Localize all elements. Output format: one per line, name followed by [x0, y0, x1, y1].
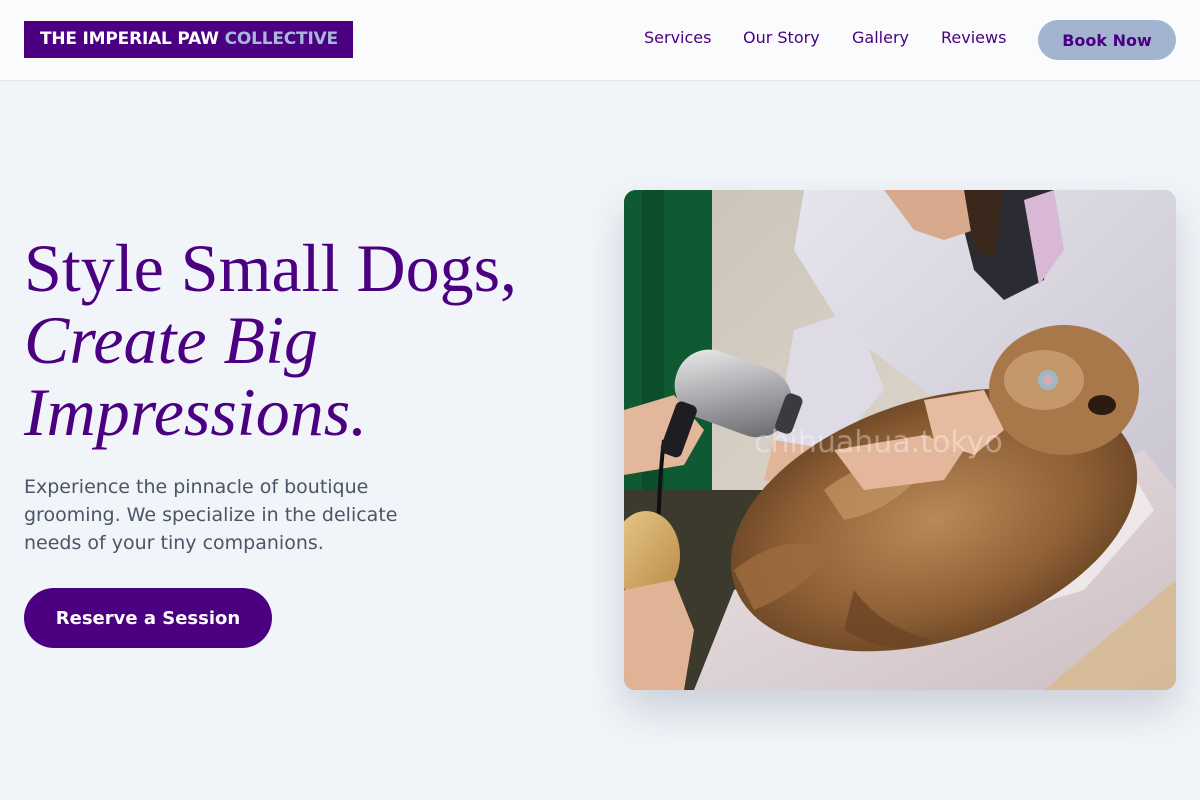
- hero-headline-line-1: Style Small Dogs,: [24, 230, 518, 306]
- site-header: THE IMPERIAL PAW COLLECTIVE Services Our…: [0, 0, 1200, 81]
- hero-headline: Style Small Dogs, Create Big Impressions…: [24, 232, 604, 448]
- nav-link-gallery[interactable]: Gallery: [852, 28, 909, 48]
- hero-photo: chihuahua.tokyo: [624, 190, 1176, 690]
- nav-link-our-story[interactable]: Our Story: [743, 28, 820, 48]
- nav-link-reviews[interactable]: Reviews: [941, 28, 1006, 48]
- reserve-session-button[interactable]: Reserve a Session: [24, 588, 272, 648]
- main-nav: Services Our Story Gallery Reviews: [0, 0, 1200, 80]
- groomer-drying-dog-photo-icon: chihuahua.tokyo: [624, 190, 1176, 690]
- nav-link-services[interactable]: Services: [644, 28, 711, 48]
- hero-headline-line-2: Create Big: [24, 302, 318, 378]
- hero-subtext: Experience the pinnacle of boutique groo…: [24, 476, 398, 554]
- book-now-button[interactable]: Book Now: [1038, 20, 1176, 60]
- hero-headline-line-3: Impressions.: [24, 374, 368, 450]
- photo-watermark: chihuahua.tokyo: [754, 425, 1003, 460]
